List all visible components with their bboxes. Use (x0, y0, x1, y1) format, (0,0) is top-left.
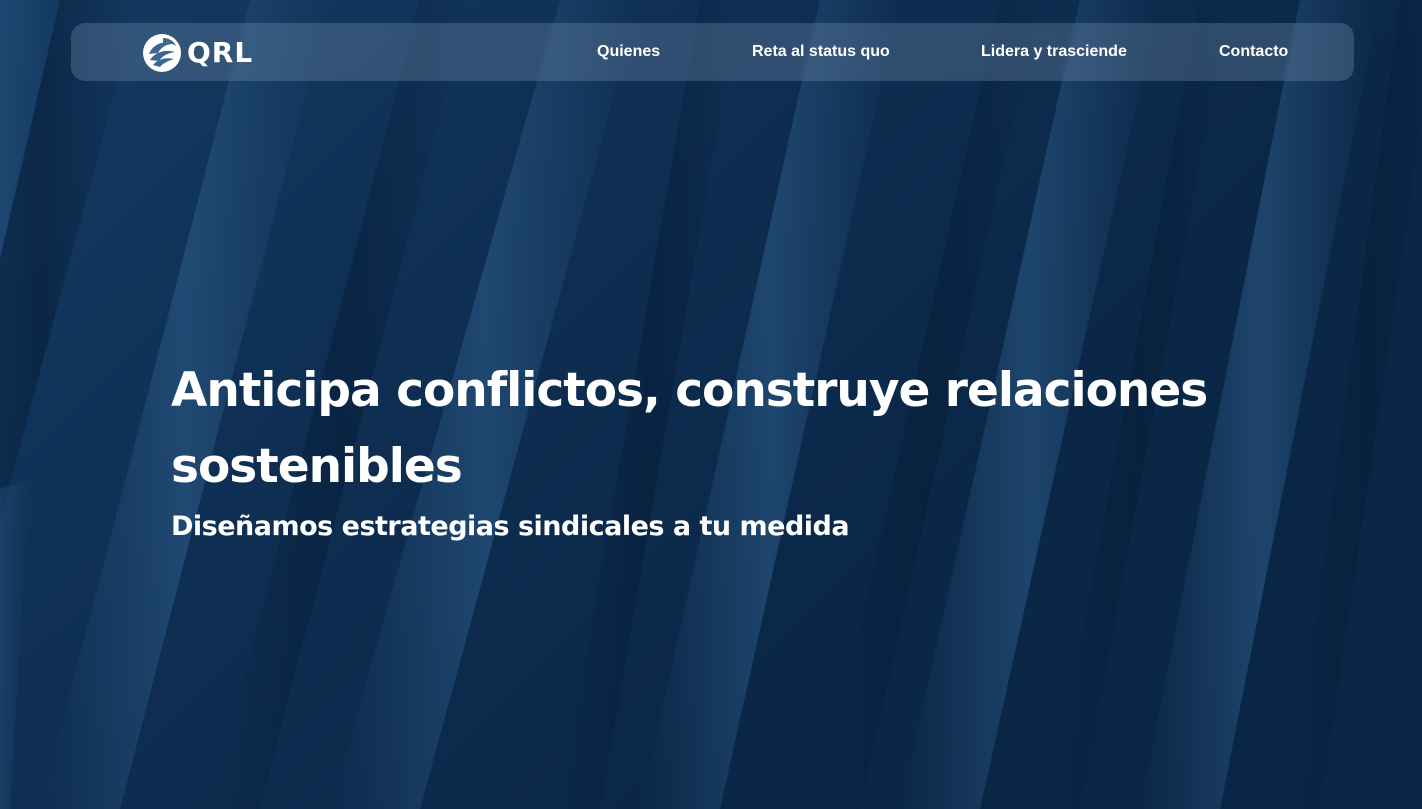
hero-page: QRL Quienes Reta al status quo Lidera y … (0, 0, 1422, 809)
nav-item-lidera-y-trasciende[interactable]: Lidera y trasciende (981, 23, 1127, 81)
brand-logo[interactable]: QRL (141, 34, 253, 72)
brand-name: QRL (187, 36, 254, 69)
top-navbar: QRL Quienes Reta al status quo Lidera y … (71, 23, 1354, 81)
nav-item-quienes[interactable]: Quienes (597, 23, 660, 81)
hero-section: Anticipa conflictos, construye relacione… (171, 353, 1231, 547)
hero-subtitle: Diseñamos estrategias sindicales a tu me… (171, 511, 850, 542)
eagle-emblem-icon (143, 34, 181, 72)
hero-title: Anticipa conflictos, construye relacione… (171, 363, 1208, 494)
nav-item-contacto[interactable]: Contacto (1219, 23, 1288, 81)
nav-item-reta-al-status-quo[interactable]: Reta al status quo (752, 23, 890, 81)
